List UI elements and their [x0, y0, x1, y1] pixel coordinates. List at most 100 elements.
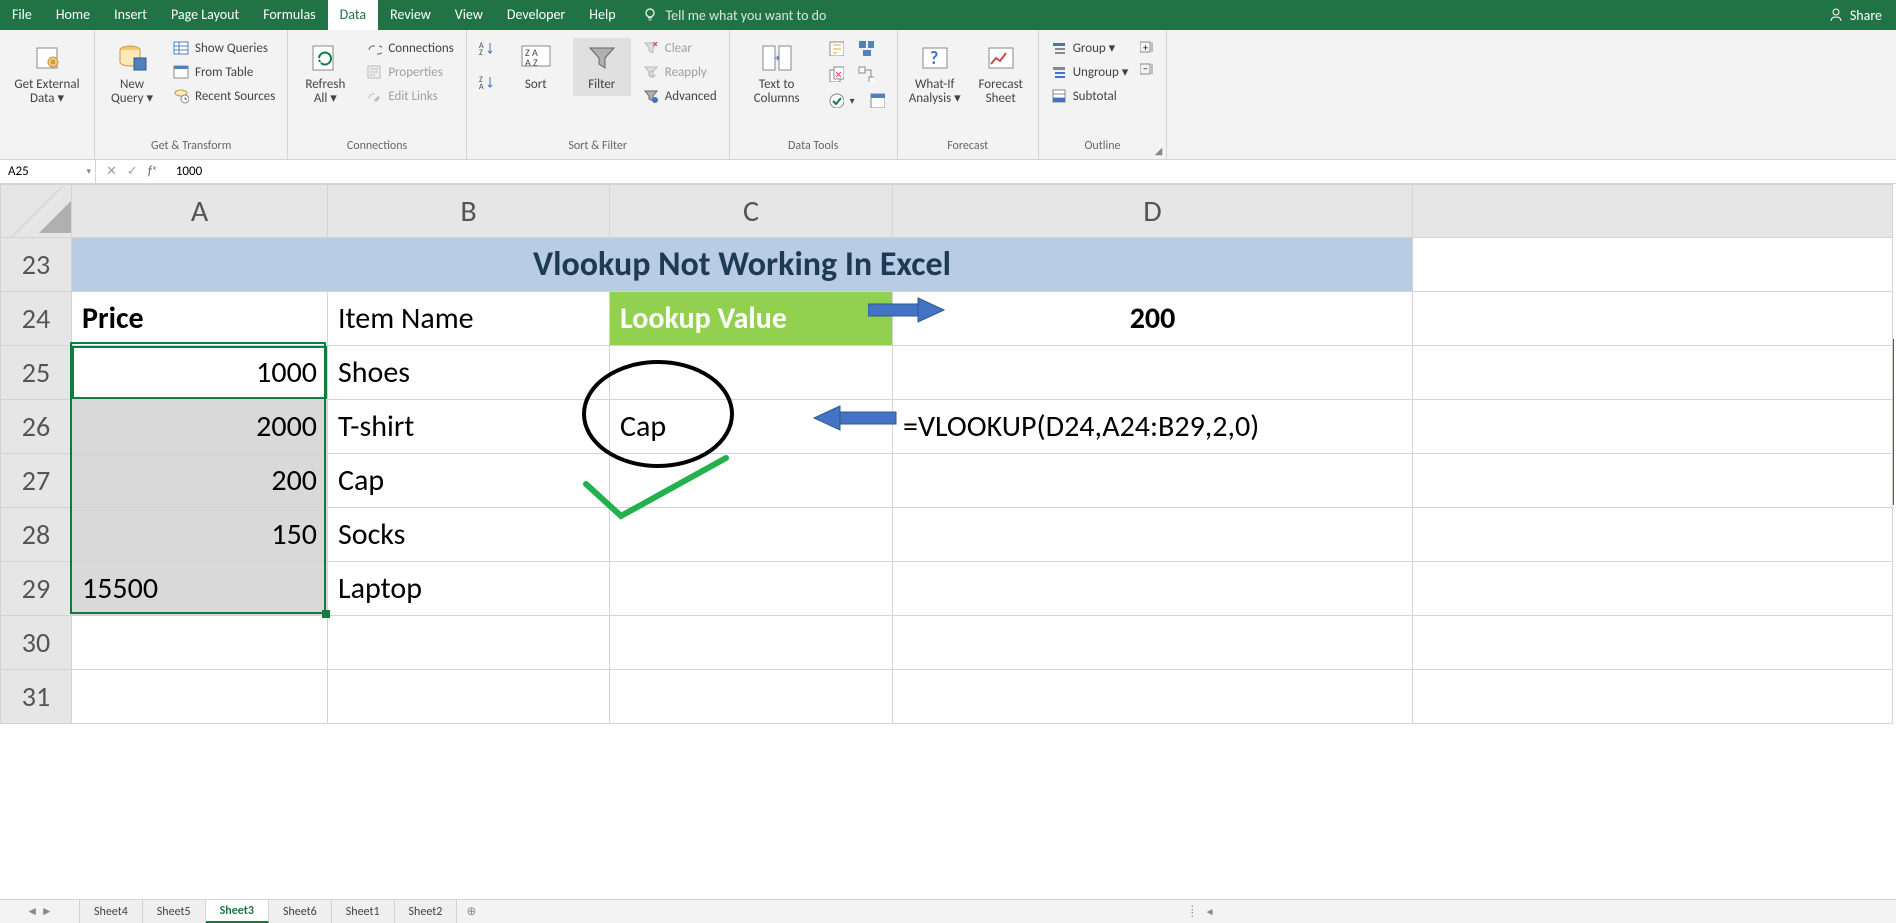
cell-title[interactable]: Vlookup Not Working In Excel — [72, 238, 1413, 292]
flash-fill-button[interactable] — [824, 38, 848, 58]
group-connections-label: Connections — [296, 135, 457, 159]
tab-view[interactable]: View — [443, 0, 495, 30]
row-header-29[interactable]: 29 — [1, 562, 72, 616]
properties-button[interactable]: Properties — [362, 62, 457, 82]
add-sheet-button[interactable]: ⊕ — [457, 900, 485, 923]
cell-B28[interactable]: Socks — [328, 508, 610, 562]
cell-A25[interactable]: 1000 — [72, 346, 328, 400]
sheet-area: A B C D 23 Vlookup Not Working In Excel … — [0, 184, 1896, 899]
consolidate-button[interactable] — [854, 38, 878, 58]
fx-icon[interactable]: fₓ — [148, 164, 156, 179]
ungroup-icon — [1051, 64, 1067, 80]
cell-C24[interactable]: Lookup Value — [610, 292, 893, 346]
row-header-28[interactable]: 28 — [1, 508, 72, 562]
col-header-B[interactable]: B — [328, 185, 610, 238]
sheet-tab-sheet6[interactable]: Sheet6 — [269, 900, 332, 923]
sheet-tab-sheet3[interactable]: Sheet3 — [206, 900, 269, 923]
forecast-sheet-button[interactable]: Forecast Sheet — [972, 38, 1030, 111]
svg-text:−: − — [1143, 62, 1148, 75]
cell-A24[interactable]: Price — [72, 292, 328, 346]
tab-insert[interactable]: Insert — [102, 0, 159, 30]
cell-A29[interactable]: 15500 — [72, 562, 328, 616]
cell-A28[interactable]: 150 — [72, 508, 328, 562]
formula-input[interactable]: 1000 — [166, 164, 1896, 179]
row-header-30[interactable]: 30 — [1, 616, 72, 670]
row-header-24[interactable]: 24 — [1, 292, 72, 346]
row-header-23[interactable]: 23 — [1, 238, 72, 292]
tab-nav[interactable]: ◄ ► — [0, 900, 80, 923]
tab-file[interactable]: File — [0, 0, 44, 30]
cell-D26[interactable]: =VLOOKUP(D24,A24:B29,2,0) — [893, 400, 1413, 454]
cell-A27[interactable]: 200 — [72, 454, 328, 508]
col-header-D[interactable]: D — [893, 185, 1413, 238]
enter-icon[interactable]: ✓ — [127, 164, 138, 179]
row-header-25[interactable]: 25 — [1, 346, 72, 400]
cell-C26[interactable]: Cap — [610, 400, 893, 454]
show-detail-icon[interactable]: + — [1140, 40, 1158, 54]
sheet-tab-sheet4[interactable]: Sheet4 — [80, 900, 143, 923]
select-all-corner[interactable] — [1, 185, 72, 238]
sort-desc-button[interactable]: ZA — [475, 72, 499, 92]
data-validation-button[interactable]: ▾ — [824, 90, 859, 110]
get-external-data-button[interactable]: Get External Data ▾ — [8, 38, 86, 111]
row-header-31[interactable]: 31 — [1, 670, 72, 724]
cell-B24[interactable]: Item Name — [328, 292, 610, 346]
row-header-27[interactable]: 27 — [1, 454, 72, 508]
row-header-26[interactable]: 26 — [1, 400, 72, 454]
group-rows-button[interactable]: Group ▾ — [1047, 38, 1133, 58]
flash-fill-icon — [828, 40, 844, 56]
sort-asc-button[interactable]: AZ — [475, 38, 499, 58]
share-button[interactable]: Share — [1814, 0, 1896, 30]
link-edit-icon — [366, 88, 382, 104]
cell-B26[interactable]: T-shirt — [328, 400, 610, 454]
cell-A26[interactable]: 2000 — [72, 400, 328, 454]
text-to-columns-button[interactable]: Text to Columns — [738, 38, 816, 111]
tab-home[interactable]: Home — [44, 0, 102, 30]
col-header-blank[interactable] — [1413, 185, 1893, 238]
svg-text:A Z: A Z — [525, 56, 538, 69]
tell-me[interactable]: Tell me what you want to do — [628, 0, 827, 30]
data-model-button[interactable] — [865, 90, 889, 110]
sort-icon: Z AA Z — [520, 42, 552, 74]
outline-dialog-launcher[interactable]: ◢ — [1155, 144, 1163, 157]
show-queries-button[interactable]: Show Queries — [169, 38, 279, 58]
relationships-button[interactable] — [854, 64, 878, 84]
hide-detail-icon[interactable]: − — [1140, 62, 1158, 76]
sheet-tab-sheet2[interactable]: Sheet2 — [395, 900, 458, 923]
clear-filter-button[interactable]: Clear — [639, 38, 721, 58]
whatif-button[interactable]: ? What-If Analysis ▾ — [906, 38, 964, 111]
horizontal-scrollbar[interactable]: ⁞ ◄ — [485, 900, 1896, 923]
ungroup-rows-button[interactable]: Ungroup ▾ — [1047, 62, 1133, 82]
connections-button[interactable]: Connections — [362, 38, 457, 58]
worksheet-grid-full[interactable]: A BC D 23 Vlookup Not Working In Excel 2… — [0, 184, 1893, 724]
subtotal-button[interactable]: Subtotal — [1047, 86, 1133, 106]
from-table-button[interactable]: From Table — [169, 62, 279, 82]
col-header-A[interactable]: A — [72, 185, 328, 238]
tab-page-layout[interactable]: Page Layout — [159, 0, 251, 30]
reapply-button[interactable]: Reapply — [639, 62, 721, 82]
cell-D24[interactable]: 200 — [893, 292, 1413, 346]
remove-duplicates-button[interactable] — [824, 64, 848, 84]
cancel-icon[interactable]: ✕ — [106, 164, 117, 179]
recent-sources-button[interactable]: Recent Sources — [169, 86, 279, 106]
cell-B29[interactable]: Laptop — [328, 562, 610, 616]
refresh-all-button[interactable]: Refresh All ▾ — [296, 38, 354, 111]
col-header-C[interactable]: C — [610, 185, 893, 238]
name-box[interactable]: A25 — [0, 160, 96, 183]
cell-B27[interactable]: Cap — [328, 454, 610, 508]
new-query-button[interactable]: New Query ▾ — [103, 38, 161, 111]
svg-text:A: A — [479, 82, 484, 90]
filter-button[interactable]: Filter — [573, 38, 631, 96]
sheet-tab-sheet5[interactable]: Sheet5 — [143, 900, 206, 923]
tab-data[interactable]: Data — [328, 0, 378, 30]
tab-review[interactable]: Review — [378, 0, 443, 30]
advanced-filter-button[interactable]: Advanced — [639, 86, 721, 106]
tab-formulas[interactable]: Formulas — [251, 0, 327, 30]
tab-developer[interactable]: Developer — [495, 0, 577, 30]
sort-button[interactable]: Z AA Z Sort — [507, 38, 565, 96]
edit-links-button[interactable]: Edit Links — [362, 86, 457, 106]
cell-B25[interactable]: Shoes — [328, 346, 610, 400]
sheet-tab-sheet1[interactable]: Sheet1 — [332, 900, 395, 923]
tab-help[interactable]: Help — [577, 0, 627, 30]
sort-asc-icon: AZ — [479, 40, 495, 56]
